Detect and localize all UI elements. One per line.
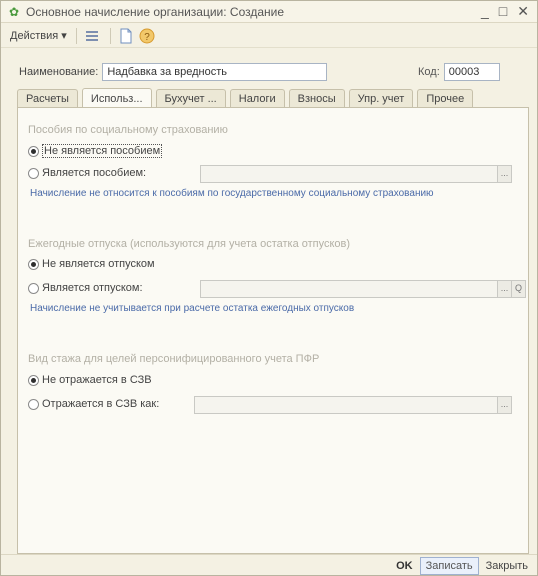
- tab-contributions[interactable]: Взносы: [288, 89, 345, 107]
- radio-selected: [28, 374, 39, 386]
- select-button[interactable]: ...: [497, 397, 511, 413]
- radio-is-szv[interactable]: Отражается в СЗВ как:: [28, 398, 159, 410]
- radio-selected: [28, 145, 39, 157]
- chevron-down-icon: ▾: [61, 30, 67, 42]
- close-button[interactable]: ✕: [517, 3, 529, 20]
- footer-bar: OK Записать Закрыть: [1, 554, 537, 576]
- save-button[interactable]: Записать: [419, 556, 479, 575]
- select-button[interactable]: ...: [497, 166, 511, 182]
- radio-not-vacation[interactable]: Не является отпуском: [28, 258, 155, 270]
- radio-unselected: [28, 282, 39, 294]
- help-icon[interactable]: ?: [138, 27, 156, 45]
- radio-label: Является пособием:: [42, 167, 147, 179]
- section-title-social: Пособия по социальному страхованию: [28, 124, 228, 136]
- tab-taxes[interactable]: Налоги: [229, 89, 285, 107]
- search-icon[interactable]: Q: [511, 281, 525, 297]
- radio-not-szv[interactable]: Не отражается в СЗВ: [28, 374, 152, 386]
- radio-label: Является отпуском:: [42, 282, 143, 294]
- benefit-type-field[interactable]: ...: [200, 165, 512, 183]
- code-label: Код:: [418, 66, 440, 78]
- svg-text:?: ?: [144, 32, 150, 43]
- section-title-vacation: Ежегодные отпуска (используются для учет…: [28, 238, 351, 250]
- code-field[interactable]: 00003: [443, 63, 500, 81]
- radio-label: Не отражается в СЗВ: [42, 374, 152, 386]
- ok-button[interactable]: OK: [391, 557, 418, 575]
- name-row: Наименование: Надбавка за вредность: [19, 63, 328, 81]
- document-icon[interactable]: [117, 27, 135, 45]
- window-title: Основное начисление организации: Создани…: [26, 4, 285, 19]
- window-controls: _ □ ✕: [481, 3, 529, 20]
- app-window: ✿ Основное начисление организации: Созда…: [0, 0, 538, 576]
- tab-bar: Расчеты Использ... Бухучет ... Налоги Вз…: [17, 87, 477, 108]
- radio-label: Не является отпуском: [42, 258, 155, 270]
- tab-accounting[interactable]: Бухучет ...: [155, 89, 226, 107]
- name-field[interactable]: Надбавка за вредность: [102, 63, 328, 81]
- code-row: Код: 00003: [418, 63, 500, 81]
- list-icon[interactable]: [83, 27, 101, 45]
- radio-unselected: [28, 167, 39, 179]
- benefit-note: Начисление не относится к пособиям по го…: [30, 188, 434, 199]
- app-icon: ✿: [9, 4, 20, 19]
- vacation-note: Начисление не учитывается при расчете ос…: [30, 303, 355, 314]
- tab-calculations[interactable]: Расчеты: [17, 89, 78, 107]
- radio-not-benefit[interactable]: Не является пособием: [28, 144, 163, 158]
- vacation-type-field[interactable]: ... Q: [200, 280, 526, 298]
- radio-selected: [28, 258, 39, 270]
- toolbar: Действия ▾ ?: [1, 24, 537, 48]
- tab-management-accounting[interactable]: Упр. учет: [348, 89, 414, 107]
- actions-menu-button[interactable]: Действия ▾: [7, 28, 70, 43]
- actions-label: Действия: [10, 29, 59, 42]
- tab-usage[interactable]: Использ...: [81, 88, 152, 108]
- close-form-button[interactable]: Закрыть: [481, 557, 533, 575]
- minimize-button[interactable]: _: [481, 3, 489, 20]
- szv-type-field[interactable]: ...: [194, 396, 512, 414]
- select-button[interactable]: ...: [497, 281, 511, 297]
- radio-label: Не является пособием: [42, 144, 163, 158]
- radio-is-benefit[interactable]: Является пособием:: [28, 167, 146, 179]
- radio-is-vacation[interactable]: Является отпуском:: [28, 282, 143, 294]
- radio-unselected: [28, 398, 39, 410]
- tab-other[interactable]: Прочее: [417, 89, 474, 107]
- name-label: Наименование:: [19, 66, 99, 78]
- section-title-pfr: Вид стажа для целей персонифицированного…: [28, 353, 320, 365]
- maximize-button[interactable]: □: [499, 3, 507, 20]
- tab-panel: Пособия по социальному страхованию Не яв…: [17, 107, 529, 554]
- radio-label: Отражается в СЗВ как:: [42, 398, 160, 410]
- toolbar-divider: [75, 27, 77, 44]
- title-bar: ✿ Основное начисление организации: Созда…: [1, 1, 537, 23]
- toolbar-divider: [109, 27, 111, 44]
